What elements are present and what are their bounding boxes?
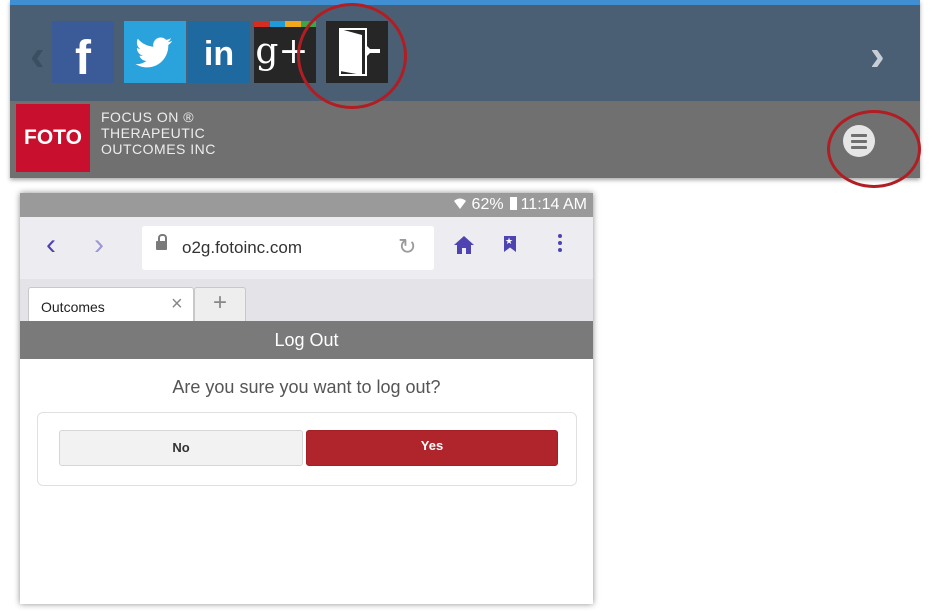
new-tab-button[interactable]: + bbox=[194, 287, 246, 322]
scroll-left-arrow-icon[interactable]: ‹ bbox=[30, 31, 45, 81]
lock-icon bbox=[156, 234, 167, 250]
no-button[interactable]: No bbox=[59, 430, 303, 466]
page-title: Log Out bbox=[20, 321, 593, 359]
wifi-icon bbox=[453, 196, 471, 213]
company-line-1: FOCUS ON ® bbox=[101, 109, 195, 125]
clock: 11:14 AM bbox=[520, 196, 587, 213]
browser-toolbar: ‹ › o2g.fotoinc.com ↻ bbox=[20, 217, 593, 279]
battery-percent: 62% bbox=[471, 196, 504, 213]
twitter-icon[interactable] bbox=[124, 21, 186, 83]
linkedin-glyph: in bbox=[203, 35, 235, 73]
company-line-3: OUTCOMES INC bbox=[101, 141, 216, 157]
yes-button[interactable]: Yes bbox=[306, 430, 558, 466]
mobile-browser-screenshot: 62% 11:14 AM ‹ › o2g.fotoinc.com ↻ Outcom… bbox=[20, 193, 593, 604]
company-line-2: THERAPEUTIC bbox=[101, 125, 206, 141]
tab-label: Outcomes bbox=[41, 299, 105, 315]
reload-icon[interactable]: ↻ bbox=[398, 234, 416, 260]
forward-arrow-icon[interactable]: › bbox=[94, 228, 104, 262]
site-banner: ‹ f in g+ › FOTO FOCUS ON ® THERAPEUTIC … bbox=[10, 0, 920, 178]
tab-outcomes[interactable]: Outcomes × bbox=[28, 287, 194, 322]
tab-strip: Outcomes × + bbox=[20, 279, 593, 322]
company-name: FOCUS ON ® THERAPEUTIC OUTCOMES INC bbox=[101, 109, 216, 157]
status-indicators: 62% 11:14 AM bbox=[453, 196, 587, 214]
battery-icon bbox=[509, 197, 517, 210]
logout-question: Are you sure you want to log out? bbox=[172, 377, 441, 397]
tab-close-icon[interactable]: × bbox=[171, 293, 183, 316]
facebook-icon[interactable]: f bbox=[52, 21, 114, 83]
back-arrow-icon[interactable]: ‹ bbox=[46, 228, 56, 262]
facebook-glyph: f bbox=[75, 32, 91, 83]
linkedin-icon[interactable]: in bbox=[188, 21, 250, 83]
social-share-bar: ‹ f in g+ › bbox=[10, 5, 920, 101]
logout-dialog: No Yes bbox=[37, 412, 577, 486]
bookmark-icon[interactable] bbox=[504, 236, 516, 252]
address-bar[interactable]: o2g.fotoinc.com ↻ bbox=[142, 226, 434, 270]
url-text[interactable]: o2g.fotoinc.com bbox=[182, 238, 302, 258]
foto-logo: FOTO bbox=[16, 104, 90, 172]
highlight-circle-logout bbox=[297, 3, 407, 109]
home-icon[interactable] bbox=[454, 236, 474, 254]
twitter-bird-icon bbox=[135, 37, 173, 68]
scroll-right-arrow-icon[interactable]: › bbox=[870, 31, 885, 81]
status-bar: 62% 11:14 AM bbox=[20, 193, 593, 217]
highlight-circle-menu bbox=[827, 110, 921, 188]
company-logo-bar: FOTO FOCUS ON ® THERAPEUTIC OUTCOMES INC bbox=[10, 101, 920, 178]
more-options-icon[interactable] bbox=[558, 234, 562, 255]
